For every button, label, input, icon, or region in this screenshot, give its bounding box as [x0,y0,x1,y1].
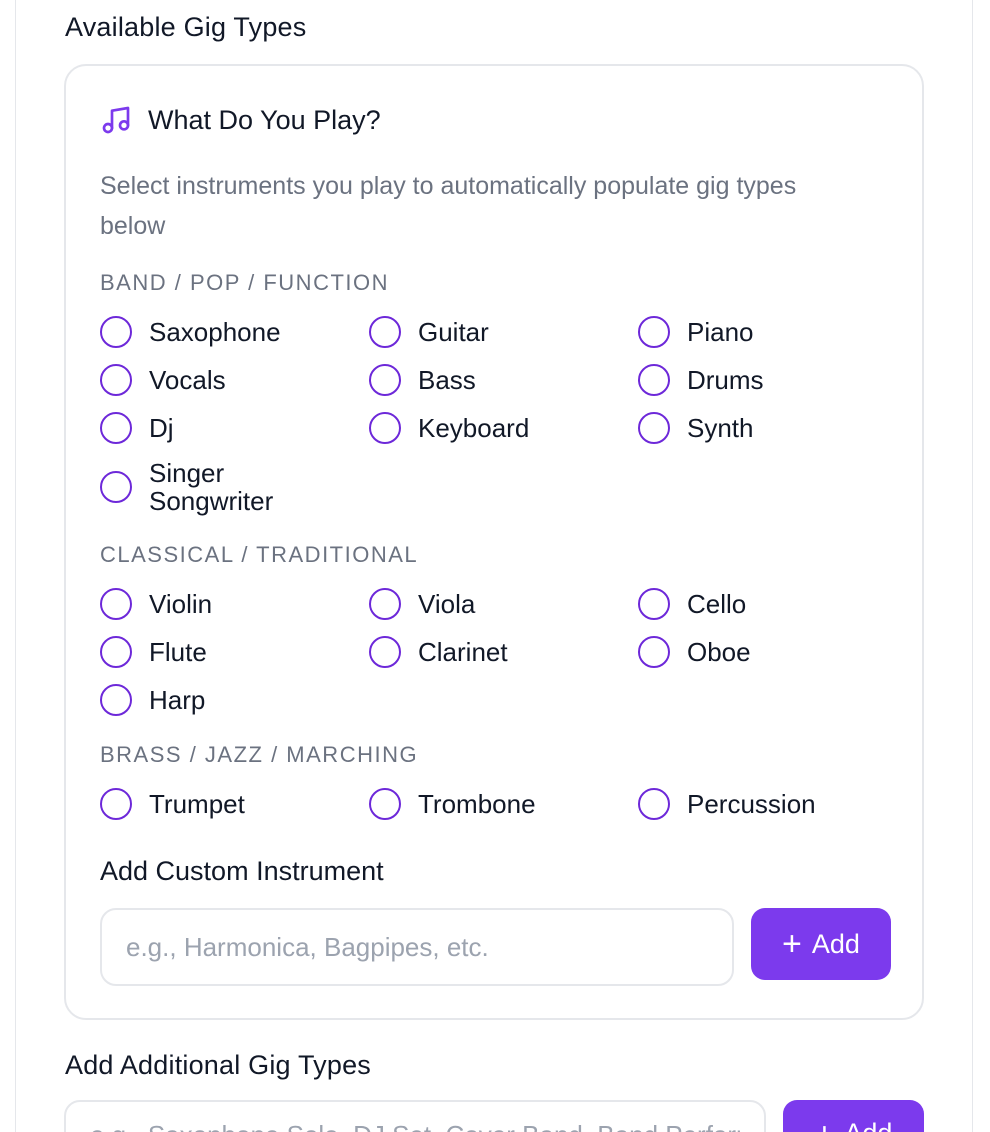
radio-button[interactable] [638,588,670,620]
instrument-option-bass[interactable]: Bass [369,363,476,397]
instrument-label: Vocals [149,365,226,395]
instrument-label: Guitar [418,317,489,347]
category-label-band-pop-function: BAND / POP / FUNCTION [100,270,390,295]
page-border-left [15,0,16,1132]
instrument-option-singer-songwriter[interactable]: Singer Songwriter [100,459,273,515]
radio-button[interactable] [638,316,670,348]
instrument-option-trombone[interactable]: Trombone [369,787,536,821]
plus-icon: + [815,1118,835,1132]
page-border-right [972,0,973,1132]
instrument-label: Trumpet [149,789,245,819]
instrument-label: Drums [687,365,764,395]
instrument-card: What Do You Play? Select instruments you… [64,64,924,1020]
add-button-label: Add [811,928,860,959]
custom-instrument-label: Add Custom Instrument [100,856,384,886]
instrument-label: Oboe [687,637,751,667]
instrument-option-saxophone[interactable]: Saxophone [100,315,281,349]
radio-button[interactable] [100,684,132,716]
radio-button[interactable] [369,588,401,620]
instrument-label: Violin [149,589,213,619]
instrument-option-clarinet[interactable]: Clarinet [369,635,508,669]
add-custom-instrument-button[interactable]: + Add [751,908,891,980]
radio-button[interactable] [369,636,401,668]
card-description: Select instruments you play to automatic… [100,172,797,240]
instrument-label: Saxophone [149,317,281,347]
instrument-label: Dj [149,413,174,443]
category-label-brass-jazz-marching: BRASS / JAZZ / MARCHING [100,742,419,767]
radio-button[interactable] [638,364,670,396]
instrument-label: Trombone [418,789,536,819]
radio-button[interactable] [638,788,670,820]
radio-button[interactable] [638,412,670,444]
music-note-icon [100,104,132,136]
additional-gig-type-input[interactable] [64,1100,766,1132]
instrument-label: Piano [687,317,754,347]
instrument-option-dj[interactable]: Dj [100,411,174,445]
radio-button[interactable] [100,412,132,444]
instrument-option-drums[interactable]: Drums [638,363,764,397]
instrument-option-oboe[interactable]: Oboe [638,635,751,669]
instrument-label: Bass [418,365,476,395]
radio-button[interactable] [100,636,132,668]
instrument-label: Cello [687,589,747,619]
radio-button[interactable] [369,788,401,820]
available-gig-types-title: Available Gig Types [65,12,307,42]
instrument-option-trumpet[interactable]: Trumpet [100,787,245,821]
instrument-label: Synth [687,413,754,443]
instrument-label: Percussion [687,789,816,819]
instrument-option-viola[interactable]: Viola [369,587,475,621]
instrument-option-percussion[interactable]: Percussion [638,787,816,821]
instrument-option-synth[interactable]: Synth [638,411,754,445]
radio-button[interactable] [369,316,401,348]
instrument-label: Keyboard [418,413,530,443]
instrument-option-piano[interactable]: Piano [638,315,754,349]
instrument-option-violin[interactable]: Violin [100,587,212,621]
card-header: What Do You Play? [100,104,381,136]
plus-icon: + [782,925,802,963]
instrument-label: Viola [418,589,476,619]
instrument-option-cello[interactable]: Cello [638,587,746,621]
radio-button[interactable] [369,412,401,444]
radio-button[interactable] [369,364,401,396]
radio-button[interactable] [638,636,670,668]
instrument-option-flute[interactable]: Flute [100,635,207,669]
instrument-label: Clarinet [418,637,508,667]
instrument-option-keyboard[interactable]: Keyboard [369,411,529,445]
instrument-label: Singer Songwriter [149,458,274,516]
radio-button[interactable] [100,364,132,396]
instrument-label: Flute [149,637,207,667]
radio-button[interactable] [100,788,132,820]
instrument-option-vocals[interactable]: Vocals [100,363,226,397]
radio-button[interactable] [100,316,132,348]
radio-button[interactable] [100,471,132,503]
add-button-label: Add [844,1118,892,1132]
add-gig-type-button[interactable]: + Add [783,1100,924,1132]
additional-gig-types-title: Add Additional Gig Types [65,1050,372,1080]
card-title: What Do You Play? [148,104,381,135]
instrument-label: Harp [149,685,206,715]
radio-button[interactable] [100,588,132,620]
instrument-option-guitar[interactable]: Guitar [369,315,489,349]
instrument-option-harp[interactable]: Harp [100,683,205,717]
custom-instrument-input[interactable] [100,908,734,986]
category-label-classical-traditional: CLASSICAL / TRADITIONAL [100,542,419,567]
